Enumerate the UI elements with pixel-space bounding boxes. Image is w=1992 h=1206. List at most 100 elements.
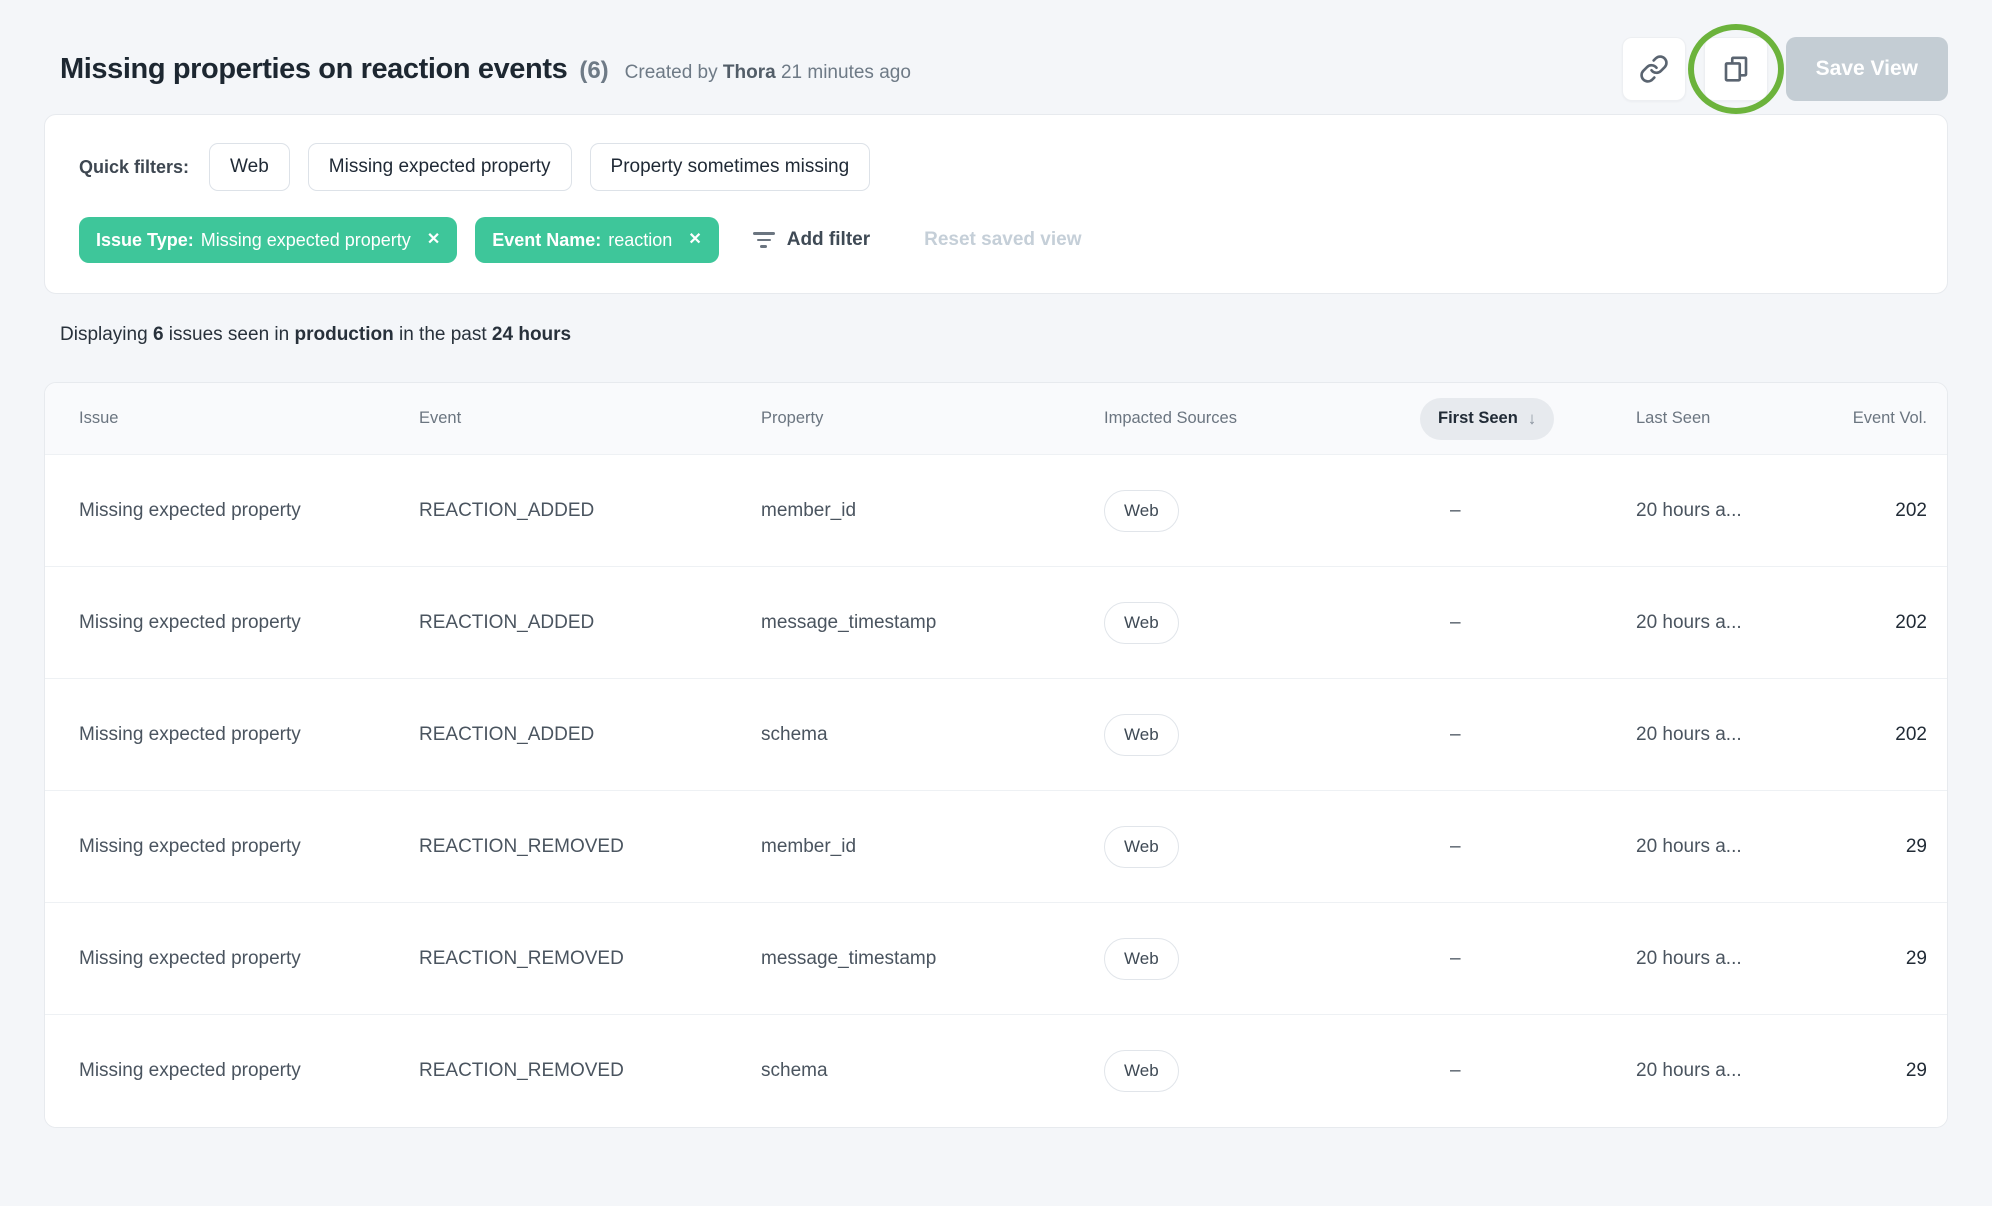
quick-filter-web[interactable]: Web xyxy=(209,143,290,191)
table-row[interactable]: Missing expected property REACTION_REMOV… xyxy=(45,1015,1947,1127)
duplicate-view-button[interactable] xyxy=(1704,37,1768,101)
cell-last-seen: 20 hours a... xyxy=(1636,948,1827,970)
filters-card: Quick filters: Web Missing expected prop… xyxy=(44,114,1948,294)
cell-property: member_id xyxy=(761,500,1104,522)
cell-property: schema xyxy=(761,1060,1104,1082)
created-by-prefix: Created by xyxy=(625,62,718,83)
cell-issue: Missing expected property xyxy=(79,836,419,858)
cell-last-seen: 20 hours a... xyxy=(1636,724,1827,746)
cell-event: REACTION_ADDED xyxy=(419,500,761,522)
source-badge: Web xyxy=(1104,602,1179,644)
table-row[interactable]: Missing expected property REACTION_REMOV… xyxy=(45,903,1947,1015)
created-by-time: 21 minutes ago xyxy=(781,62,911,83)
column-header-event[interactable]: Event xyxy=(419,409,761,428)
cell-issue: Missing expected property xyxy=(79,500,419,522)
cell-event: REACTION_ADDED xyxy=(419,724,761,746)
cell-last-seen: 20 hours a... xyxy=(1636,500,1827,522)
summary-count: 6 xyxy=(153,324,164,345)
cell-event: REACTION_REMOVED xyxy=(419,836,761,858)
page-header: Missing properties on reaction events (6… xyxy=(0,0,1992,112)
cell-issue: Missing expected property xyxy=(79,948,419,970)
column-header-event-vol[interactable]: Event Vol. xyxy=(1827,409,1927,428)
summary-text: Displaying xyxy=(60,324,148,345)
link-icon xyxy=(1639,54,1669,84)
issue-count: (6) xyxy=(579,57,608,85)
cell-issue: Missing expected property xyxy=(79,1060,419,1082)
cell-event: REACTION_ADDED xyxy=(419,612,761,634)
quick-filters-label: Quick filters: xyxy=(79,157,189,178)
table-header-row: Issue Event Property Impacted Sources Fi… xyxy=(45,383,1947,455)
page-title: Missing properties on reaction events xyxy=(60,53,567,86)
cell-first-seen: – xyxy=(1438,724,1636,746)
cell-last-seen: 20 hours a... xyxy=(1636,836,1827,858)
summary-time-range: 24 hours xyxy=(492,324,571,345)
cell-first-seen: – xyxy=(1438,500,1636,522)
summary-text: issues seen in xyxy=(169,324,289,345)
table-row[interactable]: Missing expected property REACTION_ADDED… xyxy=(45,455,1947,567)
remove-filter-icon[interactable]: ✕ xyxy=(688,232,701,248)
cell-issue: Missing expected property xyxy=(79,612,419,634)
source-badge: Web xyxy=(1104,490,1179,532)
reset-saved-view-button[interactable]: Reset saved view xyxy=(924,229,1081,251)
filter-chip-label: Event Name: xyxy=(492,230,601,251)
header-actions: Save View xyxy=(1622,37,1948,101)
cell-issue: Missing expected property xyxy=(79,724,419,746)
cell-property: member_id xyxy=(761,836,1104,858)
results-summary: Displaying 6 issues seen in production i… xyxy=(60,324,1948,346)
cell-first-seen: – xyxy=(1438,612,1636,634)
cell-event-volume: 202 xyxy=(1827,500,1927,522)
cell-event-volume: 29 xyxy=(1827,836,1927,858)
add-filter-button[interactable]: Add filter xyxy=(753,229,870,251)
filter-lines-icon xyxy=(753,232,775,248)
copy-link-button[interactable] xyxy=(1622,37,1686,101)
filter-chip-label: Issue Type: xyxy=(96,230,194,251)
sort-desc-arrow-icon: ↓ xyxy=(1528,409,1537,429)
cell-first-seen: – xyxy=(1438,836,1636,858)
title-group: Missing properties on reaction events (6… xyxy=(60,53,911,86)
cell-last-seen: 20 hours a... xyxy=(1636,1060,1827,1082)
save-view-button[interactable]: Save View xyxy=(1786,37,1948,101)
summary-text: in the past xyxy=(399,324,487,345)
cell-last-seen: 20 hours a... xyxy=(1636,612,1827,634)
source-badge: Web xyxy=(1104,938,1179,980)
filter-chip-issue-type[interactable]: Issue Type: Missing expected property ✕ xyxy=(79,217,457,263)
filter-chip-event-name[interactable]: Event Name: reaction ✕ xyxy=(475,217,719,263)
cell-property: message_timestamp xyxy=(761,948,1104,970)
created-by: Created by Thora 21 minutes ago xyxy=(625,62,911,84)
cell-first-seen: – xyxy=(1438,948,1636,970)
cell-event-volume: 202 xyxy=(1827,612,1927,634)
summary-environment: production xyxy=(294,324,393,345)
quick-filters-row: Quick filters: Web Missing expected prop… xyxy=(79,143,1913,191)
copy-duplicate-icon xyxy=(1721,54,1751,84)
filter-chip-value: reaction xyxy=(608,230,672,251)
cell-event: REACTION_REMOVED xyxy=(419,948,761,970)
source-badge: Web xyxy=(1104,1050,1179,1092)
table-row[interactable]: Missing expected property REACTION_ADDED… xyxy=(45,679,1947,791)
quick-filter-missing-expected-property[interactable]: Missing expected property xyxy=(308,143,572,191)
cell-event-volume: 29 xyxy=(1827,1060,1927,1082)
column-header-impacted-sources[interactable]: Impacted Sources xyxy=(1104,409,1438,428)
remove-filter-icon[interactable]: ✕ xyxy=(427,232,440,248)
cell-event-volume: 29 xyxy=(1827,948,1927,970)
created-by-name: Thora xyxy=(723,62,776,83)
table-row[interactable]: Missing expected property REACTION_ADDED… xyxy=(45,567,1947,679)
active-filters-row: Issue Type: Missing expected property ✕ … xyxy=(79,217,1913,263)
cell-event: REACTION_REMOVED xyxy=(419,1060,761,1082)
table-row[interactable]: Missing expected property REACTION_REMOV… xyxy=(45,791,1947,903)
issues-table: Issue Event Property Impacted Sources Fi… xyxy=(44,382,1948,1128)
source-badge: Web xyxy=(1104,714,1179,756)
cell-first-seen: – xyxy=(1438,1060,1636,1082)
column-header-first-seen: First Seen ↓ xyxy=(1438,398,1636,440)
duplicate-button-wrap xyxy=(1704,37,1768,101)
cell-event-volume: 202 xyxy=(1827,724,1927,746)
first-seen-label: First Seen xyxy=(1438,409,1518,428)
add-filter-label: Add filter xyxy=(787,229,870,251)
first-seen-sort-button[interactable]: First Seen ↓ xyxy=(1420,398,1554,440)
column-header-property[interactable]: Property xyxy=(761,409,1104,428)
cell-property: message_timestamp xyxy=(761,612,1104,634)
source-badge: Web xyxy=(1104,826,1179,868)
quick-filter-property-sometimes-missing[interactable]: Property sometimes missing xyxy=(590,143,871,191)
filter-chip-value: Missing expected property xyxy=(201,230,411,251)
column-header-issue[interactable]: Issue xyxy=(79,409,419,428)
column-header-last-seen[interactable]: Last Seen xyxy=(1636,409,1827,428)
